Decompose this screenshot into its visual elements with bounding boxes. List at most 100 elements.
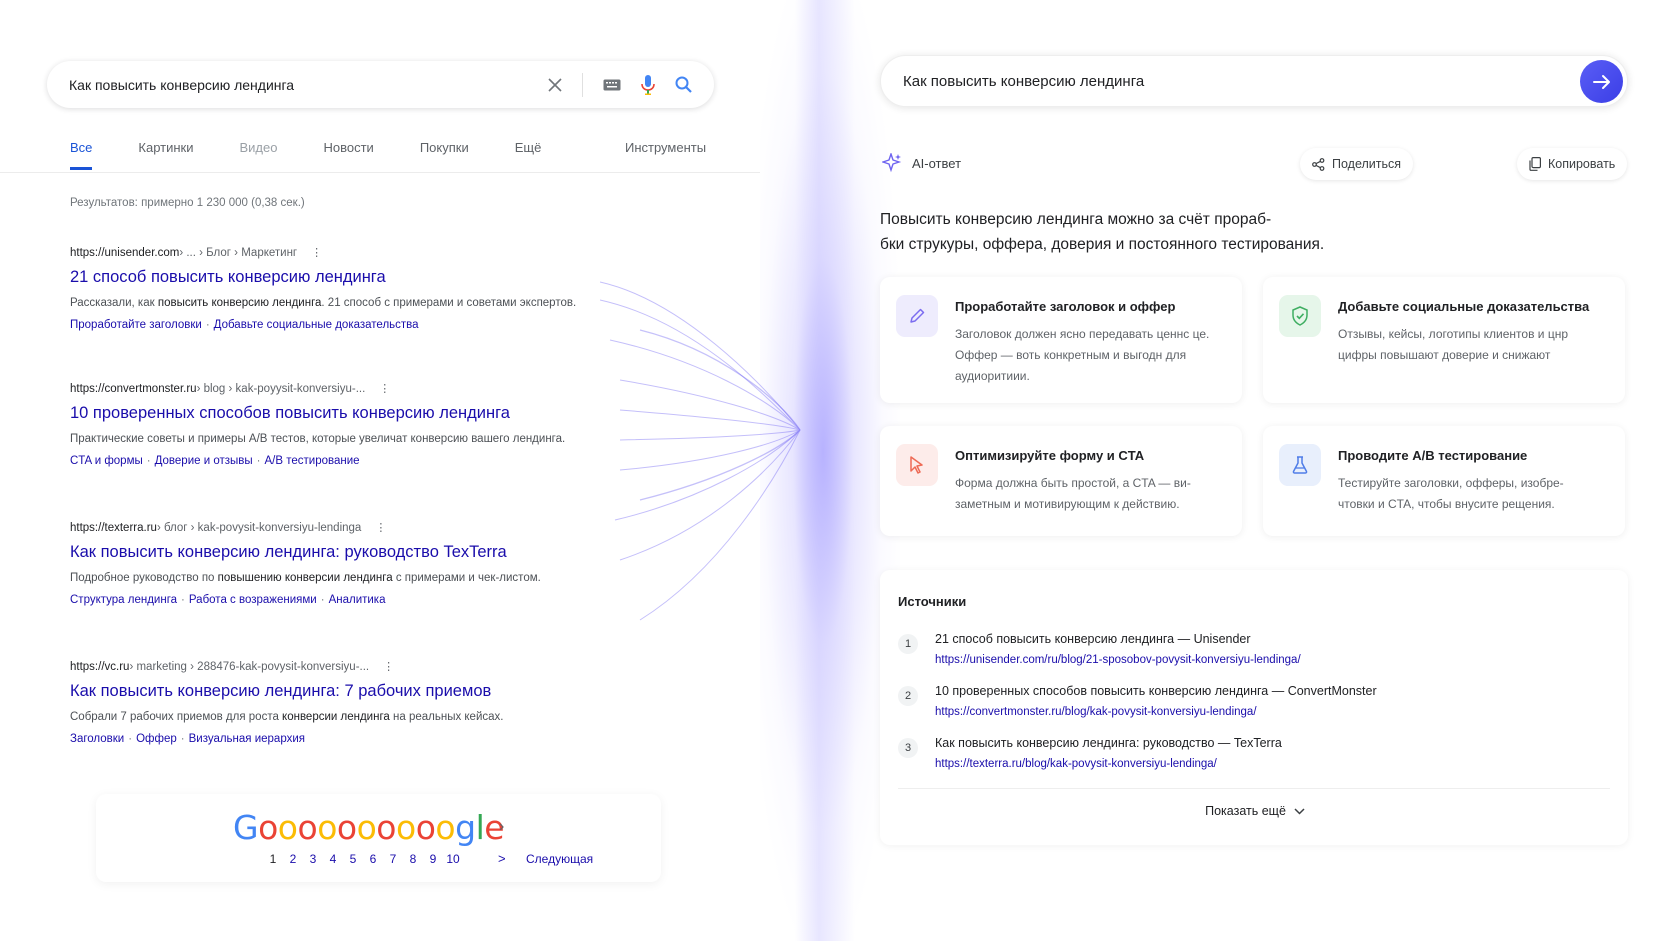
result-domain: https://texterra.ru	[70, 521, 157, 534]
page-8[interactable]: 8	[403, 852, 423, 866]
center-glow-core	[795, 0, 855, 941]
page-9[interactable]: 9	[423, 852, 443, 866]
arrow-right-icon	[1592, 74, 1610, 89]
sitelink[interactable]: A/B тестирование	[265, 455, 360, 467]
result-title[interactable]: 10 проверенных способов повысить конверс…	[70, 404, 670, 423]
snippet-text: с примерами и чек-листом.	[392, 572, 541, 584]
source-title: 21 способ повысить конверсию лендинга — …	[935, 632, 1251, 646]
show-more-button[interactable]: Показать ещё	[1180, 804, 1330, 818]
page-3[interactable]: 3	[303, 852, 323, 866]
page-4[interactable]: 4	[323, 852, 343, 866]
sitelink[interactable]: Оффер	[136, 733, 177, 745]
sitelink-separator: ·	[146, 455, 151, 467]
page-5[interactable]: 5	[343, 852, 363, 866]
more-vert-icon[interactable]: ⋮	[379, 382, 390, 395]
result-title[interactable]: 21 способ повысить конверсию лендинга	[70, 268, 670, 287]
result-title[interactable]: Как повысить конверсию лендинга: руковод…	[70, 543, 670, 562]
more-vert-icon[interactable]: ⋮	[383, 660, 394, 673]
tip-card[interactable]: Оптимизируйте форму и CTA Форма должна б…	[880, 426, 1242, 536]
snippet-highlight: конверсии лендинга	[282, 711, 390, 723]
result-path: › blog › kak-poyysit-konversiyu-...	[196, 382, 366, 395]
result-snippet: Практические советы и примеры A/B тестов…	[70, 431, 670, 447]
result-sitelinks: CTA и формы · Доверие и отзывы · A/B тестиро…	[70, 455, 670, 467]
tab-images[interactable]: Картинки	[138, 140, 193, 170]
sources-panel: Источники 1 21 способ повысить конверсию…	[880, 570, 1628, 845]
tab-news[interactable]: Новости	[323, 140, 373, 170]
card-text: Тестируйте заголовки, офферы, изобре- чт…	[1338, 476, 1564, 511]
search-result: https://vc.ru › marketing › 288476-kak-p…	[70, 660, 670, 746]
source-number: 2	[898, 686, 918, 706]
source-link[interactable]: https://convertmonster.ru/blog/kak-povys…	[935, 706, 1257, 718]
source-link[interactable]: https://unisender.com/ru/blog/21-sposobo…	[935, 654, 1301, 666]
snippet-text: Практические советы и примеры A/B тестов…	[70, 433, 566, 445]
cursor-icon	[896, 444, 938, 486]
snippet-text: Собрали 7 рабочих приемов для роста	[70, 711, 283, 723]
result-domain: https://unisender.com	[70, 246, 180, 259]
card-title: Проработайте заголовок и оффер	[955, 299, 1176, 314]
tip-card[interactable]: Добавьте социальные доказательства Отзыв…	[1263, 277, 1625, 403]
page-6[interactable]: 6	[363, 852, 383, 866]
sitelink[interactable]: Добавьте социальные доказательства	[214, 319, 419, 331]
chevron-right-icon[interactable]: ›	[499, 818, 504, 836]
next-page-link[interactable]: Следующая	[526, 852, 593, 866]
result-url[interactable]: https://texterra.ru › блог › kak-povysit…	[70, 521, 670, 535]
ai-search-box[interactable]: Как повысить конверсию лендинга	[880, 55, 1628, 107]
search-result: https://convertmonster.ru › blog › kak-p…	[70, 382, 670, 468]
sitelink[interactable]: Работа с возражениями	[189, 594, 317, 606]
more-vert-icon[interactable]: ⋮	[311, 246, 322, 259]
tip-card[interactable]: Проводите A/B тестирование Тестируйте за…	[1263, 426, 1625, 536]
tab-shopping[interactable]: Покупки	[420, 140, 469, 170]
page-2[interactable]: 2	[283, 852, 303, 866]
sitelink-separator: ·	[205, 319, 210, 331]
source-link[interactable]: https://texterra.ru/blog/kak-povysit-kon…	[935, 758, 1217, 770]
sources-heading: Источники	[898, 594, 967, 609]
tab-more[interactable]: Ещё	[515, 140, 542, 170]
page-10[interactable]: 10	[443, 852, 463, 866]
result-title[interactable]: Как повысить конверсию лендинга: 7 рабоч…	[70, 682, 670, 701]
snippet-text: Рассказали, как	[70, 297, 158, 309]
tab-all[interactable]: Все	[70, 140, 93, 170]
shield-check-icon	[1279, 295, 1321, 337]
center-glow	[760, 0, 900, 941]
submit-button[interactable]	[1580, 60, 1623, 103]
sitelink[interactable]: CTA и формы	[70, 455, 143, 467]
keyboard-icon[interactable]	[603, 79, 621, 91]
sources-divider	[898, 788, 1610, 789]
close-icon[interactable]	[548, 77, 562, 92]
search-tabs: Все Картинки Видео Новости Покупки Ещё	[70, 140, 587, 170]
result-path: › блог › kak-povysit-konversiyu-lendinga	[156, 521, 362, 534]
result-sitelinks: Заголовки · Оффер · Визуальная иерархия	[70, 733, 670, 745]
ai-answer-label: AI-ответ	[882, 153, 961, 173]
result-sitelinks: Проработайте заголовки · Добавьте социальн…	[70, 319, 670, 331]
sitelink[interactable]: Визуальная иерархия	[189, 733, 305, 745]
tab-tools[interactable]: Инструменты	[625, 140, 706, 155]
next-arrow-icon[interactable]: >	[498, 851, 506, 866]
snippet-highlight: повышению конверсии лендинга	[217, 572, 393, 584]
more-vert-icon[interactable]: ⋮	[375, 521, 386, 534]
search-icon[interactable]	[675, 76, 692, 93]
share-button[interactable]: Поделиться	[1300, 148, 1414, 180]
result-url[interactable]: https://convertmonster.ru › blog › kak-p…	[70, 382, 670, 396]
ai-summary: Повысить конверсию лендинга можно за счё…	[880, 207, 1580, 257]
search-box[interactable]: Как повысить конверсию лендинга	[47, 61, 714, 108]
result-url[interactable]: https://unisender.com › ... › Блог › Мар…	[70, 246, 670, 260]
microphone-icon[interactable]	[641, 74, 655, 95]
card-title: Оптимизируйте форму и CTA	[955, 448, 1145, 463]
chevron-down-icon	[1294, 807, 1305, 815]
page-7[interactable]: 7	[383, 852, 403, 866]
sitelink[interactable]: Структура лендинга	[70, 594, 177, 606]
result-url[interactable]: https://vc.ru › marketing › 288476-kak-p…	[70, 660, 670, 674]
page-numbers: 1 2 3 4 5 6 7 8 9 10	[263, 852, 463, 866]
tab-video[interactable]: Видео	[240, 140, 278, 170]
sitelink[interactable]: Проработайте заголовки	[70, 319, 202, 331]
source-number: 1	[898, 634, 918, 654]
copy-button[interactable]: Копировать	[1517, 148, 1628, 180]
sitelink[interactable]: Заголовки	[70, 733, 124, 745]
card-text: Заголовок должен ясно передавать ценнс ц…	[955, 327, 1210, 383]
tip-card[interactable]: Проработайте заголовок и оффер Заголовок…	[880, 277, 1242, 403]
sitelink[interactable]: Доверие и отзывы	[155, 455, 253, 467]
search-input[interactable]: Как повысить конверсию лендинга	[69, 77, 548, 93]
page-1: 1	[269, 852, 277, 866]
ai-search-input[interactable]: Как повысить конверсию лендинга	[903, 73, 1605, 90]
sitelink[interactable]: Аналитика	[329, 594, 386, 606]
